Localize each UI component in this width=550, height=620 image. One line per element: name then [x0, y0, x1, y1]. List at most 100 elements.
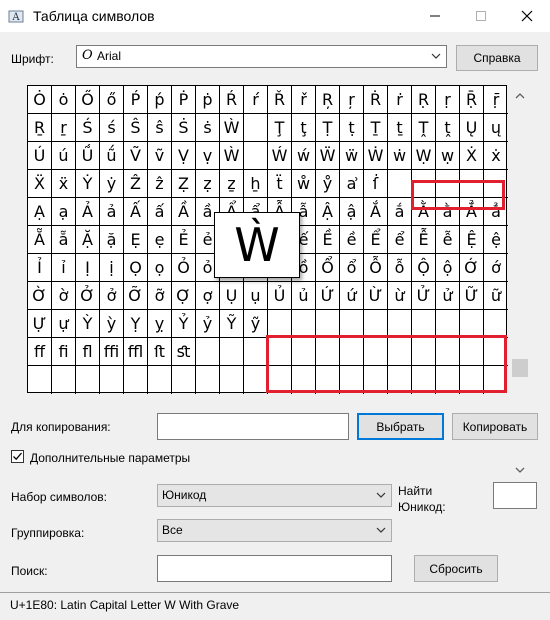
character-cell[interactable]: ẏ [100, 170, 124, 198]
character-cell[interactable]: ﬃ [100, 338, 124, 366]
character-cell[interactable]: Ú [28, 142, 52, 170]
character-cell[interactable]: Ụ [220, 282, 244, 310]
grouping-select[interactable]: Все [157, 519, 392, 542]
character-cell[interactable]: ằ [436, 198, 460, 226]
character-cell[interactable]: Ề [316, 226, 340, 254]
character-cell[interactable]: ẃ [292, 142, 316, 170]
character-cell[interactable]: Ứ [316, 282, 340, 310]
character-cell[interactable]: Ṡ [172, 114, 196, 142]
character-cell[interactable]: ṝ [484, 86, 508, 114]
reset-button[interactable]: Сбросить [414, 555, 498, 582]
character-cell[interactable]: Ř [268, 86, 292, 114]
character-cell[interactable] [244, 338, 268, 366]
character-cell[interactable]: ẖ [244, 170, 268, 198]
character-cell[interactable]: ộ [436, 254, 460, 282]
character-cell[interactable]: Ṕ [124, 86, 148, 114]
character-cell[interactable]: ớ [484, 254, 508, 282]
character-cell[interactable]: ệ [484, 226, 508, 254]
character-cell[interactable] [436, 170, 460, 198]
character-cell[interactable] [196, 338, 220, 366]
font-select[interactable]: O Arial [76, 45, 447, 68]
character-cell[interactable]: Ở [76, 282, 100, 310]
character-cell[interactable]: ẚ [340, 170, 364, 198]
character-cell[interactable]: ẓ [196, 170, 220, 198]
character-cell[interactable] [268, 310, 292, 338]
character-cell[interactable] [100, 366, 124, 394]
character-cell[interactable]: Ẻ [172, 226, 196, 254]
character-cell[interactable]: ủ [292, 282, 316, 310]
character-cell[interactable]: Ő [76, 86, 100, 114]
character-cell[interactable]: Ṙ [364, 86, 388, 114]
character-cell[interactable] [484, 338, 508, 366]
character-grid[interactable]: ȮȯŐőṔṕṖṗŔŕŘřŖŗṘṙṚṛṜṝṞṟŚśŜŝṠṡẀŢţṬṭṮṯṰṱŲųÚ… [27, 85, 508, 394]
character-cell[interactable]: ﬄ [124, 338, 148, 366]
character-cell[interactable]: Ể [364, 226, 388, 254]
character-cell[interactable] [292, 366, 316, 394]
character-cell[interactable]: ị [100, 254, 124, 282]
character-cell[interactable]: Ợ [172, 282, 196, 310]
character-cell[interactable]: Ử [412, 282, 436, 310]
character-cell[interactable] [148, 366, 172, 394]
character-cell[interactable]: Ữ [460, 282, 484, 310]
character-cell[interactable]: Ẋ [460, 142, 484, 170]
character-cell[interactable]: Ủ [268, 282, 292, 310]
character-cell[interactable] [268, 338, 292, 366]
character-cell[interactable]: ề [340, 226, 364, 254]
character-cell[interactable]: ṗ [196, 86, 220, 114]
character-cell[interactable] [388, 310, 412, 338]
character-cell[interactable]: Ẏ [76, 170, 100, 198]
character-cell[interactable]: ŗ [340, 86, 364, 114]
character-cell[interactable] [388, 366, 412, 394]
character-cell[interactable]: Ầ [172, 198, 196, 226]
maximize-button[interactable] [458, 0, 504, 32]
character-cell[interactable]: Ẵ [28, 226, 52, 254]
character-cell[interactable]: ẹ [148, 226, 172, 254]
character-cell[interactable] [28, 366, 52, 394]
character-cell[interactable]: ﬅ [148, 338, 172, 366]
character-cell[interactable] [124, 366, 148, 394]
character-cell[interactable] [316, 310, 340, 338]
character-cell[interactable]: Ṽ [124, 142, 148, 170]
character-cell[interactable] [436, 310, 460, 338]
character-cell[interactable]: Ộ [412, 254, 436, 282]
character-cell[interactable] [244, 114, 268, 142]
character-cell[interactable]: ả [100, 198, 124, 226]
character-cell[interactable]: Ệ [460, 226, 484, 254]
character-cell[interactable]: Ŕ [220, 86, 244, 114]
charset-select[interactable]: Юникод [157, 484, 392, 507]
character-cell[interactable]: Ậ [316, 198, 340, 226]
character-cell[interactable] [292, 310, 316, 338]
character-cell[interactable]: ṹ [100, 142, 124, 170]
character-cell[interactable] [364, 366, 388, 394]
character-cell[interactable]: Ẓ [172, 170, 196, 198]
character-cell[interactable]: Ặ [76, 226, 100, 254]
character-cell[interactable] [436, 366, 460, 394]
character-cell[interactable]: Ỷ [172, 310, 196, 338]
character-cell[interactable]: ẇ [388, 142, 412, 170]
character-cell[interactable]: ấ [148, 198, 172, 226]
character-cell[interactable] [52, 366, 76, 394]
character-cell[interactable] [388, 338, 412, 366]
character-cell[interactable]: ﬀ [28, 338, 52, 366]
character-cell[interactable]: Ẳ [460, 198, 484, 226]
character-cell[interactable]: Ự [28, 310, 52, 338]
character-cell[interactable]: Ṿ [172, 142, 196, 170]
character-cell[interactable]: ỷ [196, 310, 220, 338]
character-cell[interactable]: Ớ [460, 254, 484, 282]
character-cell[interactable]: Ẃ [268, 142, 292, 170]
character-cell[interactable] [412, 170, 436, 198]
character-cell[interactable] [316, 338, 340, 366]
scroll-up-icon[interactable] [514, 91, 526, 101]
character-cell[interactable]: Ẑ [124, 170, 148, 198]
character-cell[interactable]: Ẁ [220, 114, 244, 142]
character-cell[interactable]: ṯ [388, 114, 412, 142]
character-cell[interactable] [268, 366, 292, 394]
character-cell[interactable]: ỹ [244, 310, 268, 338]
character-cell[interactable]: Ổ [316, 254, 340, 282]
character-cell[interactable]: ắ [388, 198, 412, 226]
character-cell[interactable]: ṛ [436, 86, 460, 114]
character-cell[interactable]: Ẉ [412, 142, 436, 170]
character-cell[interactable]: Ų [460, 114, 484, 142]
character-cell[interactable]: Ả [76, 198, 100, 226]
select-button[interactable]: Выбрать [357, 413, 444, 440]
